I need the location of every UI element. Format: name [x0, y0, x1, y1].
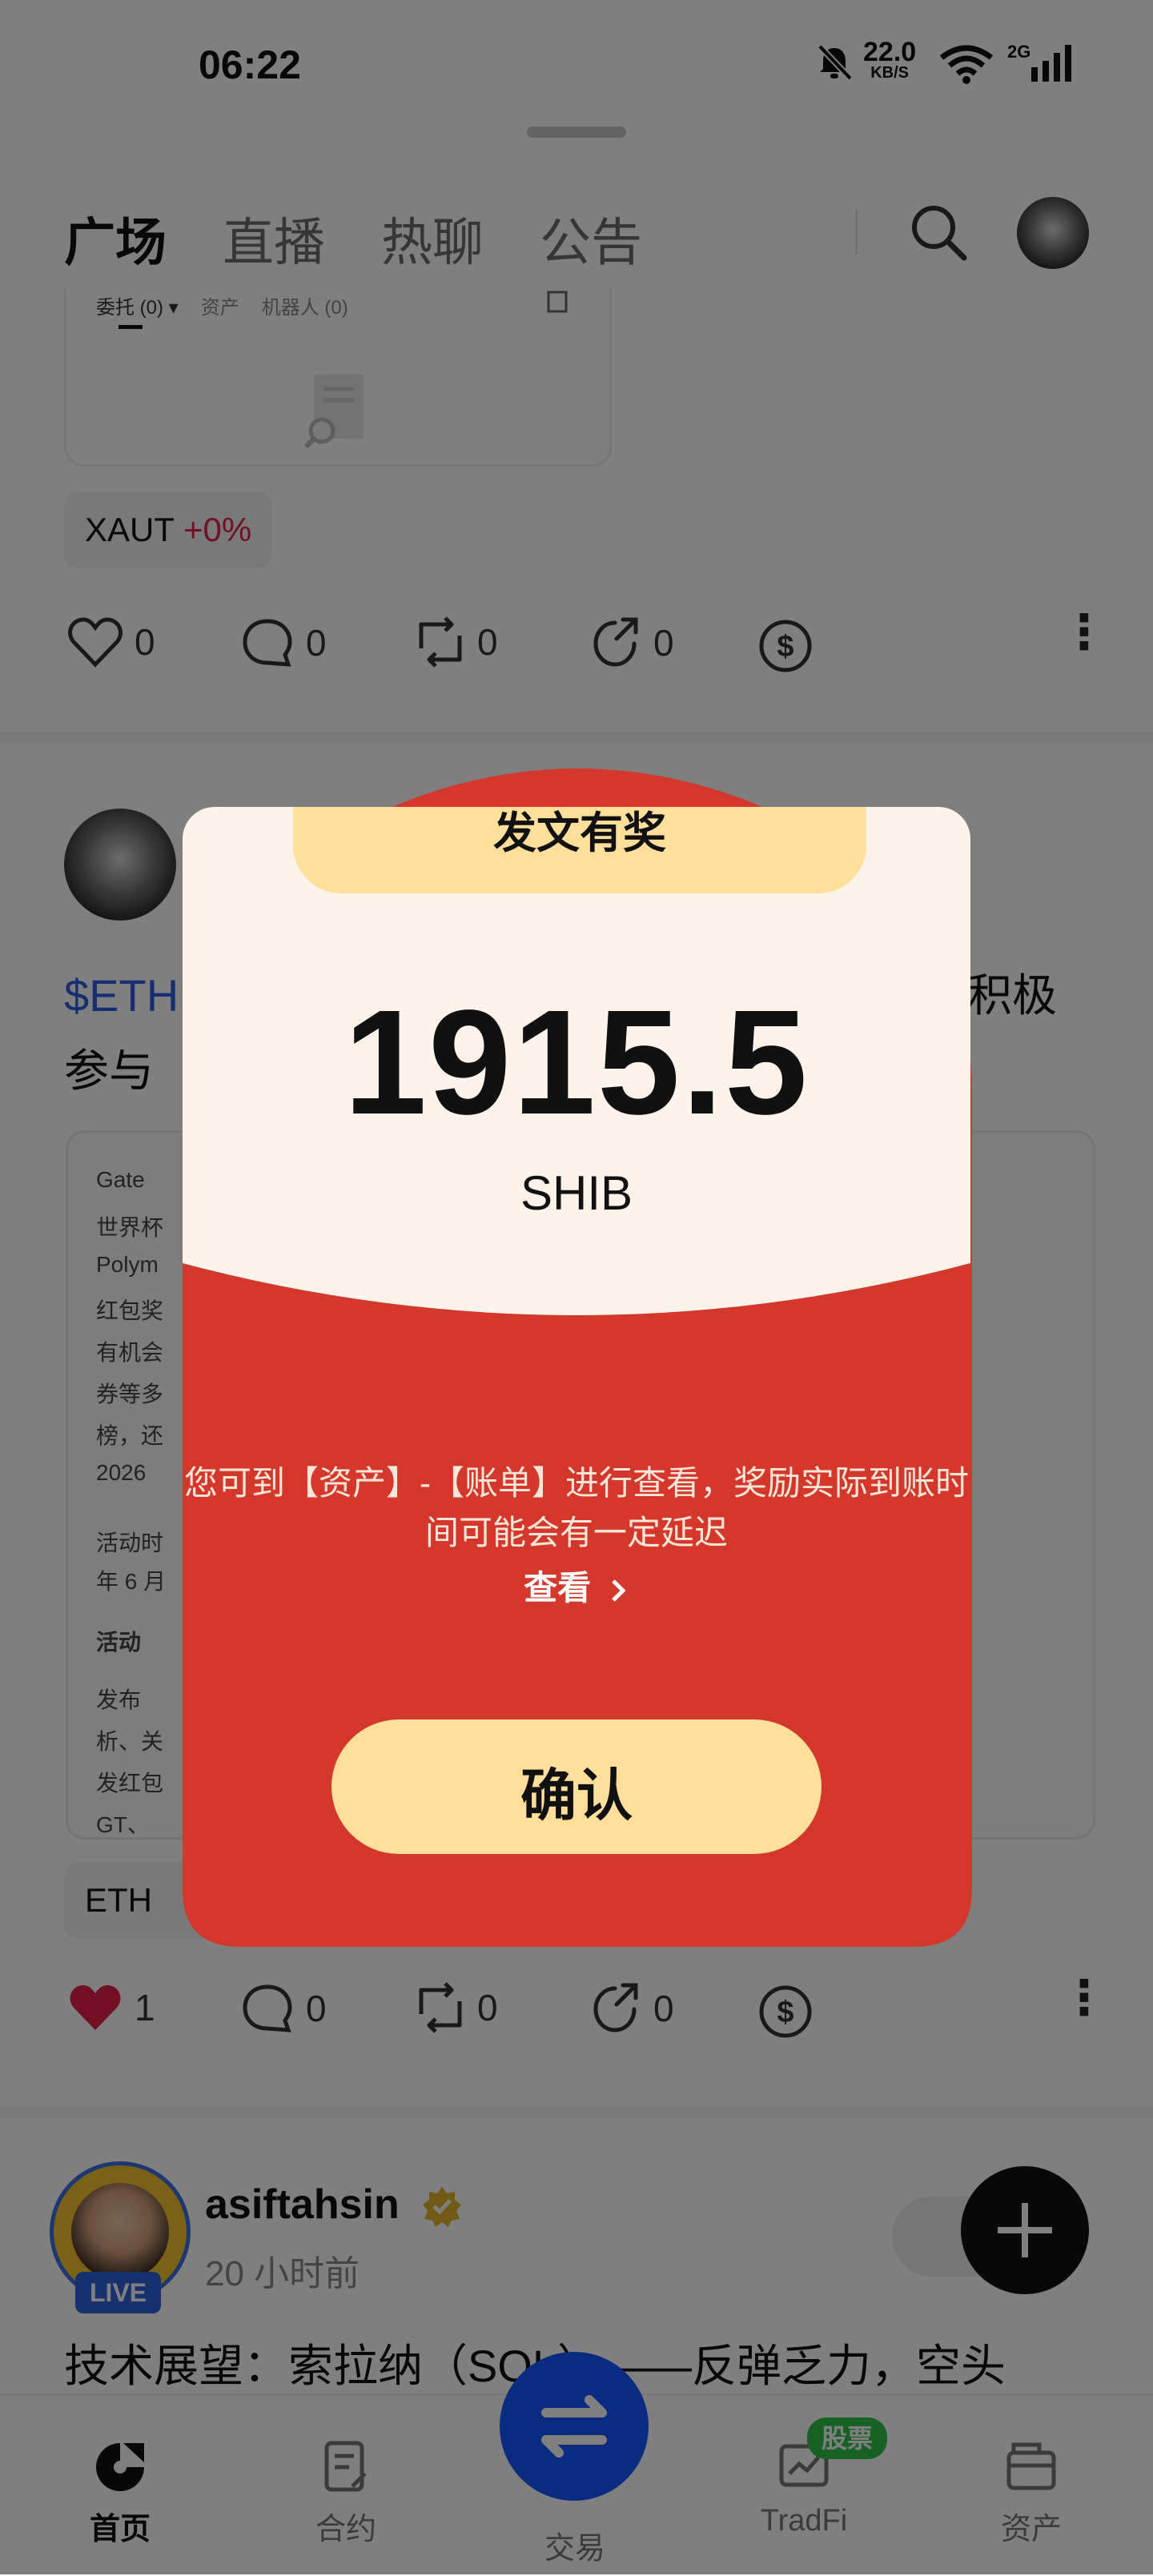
confirm-button[interactable]: 确认: [331, 1719, 822, 1854]
view-link[interactable]: 查看: [183, 1561, 970, 1610]
view-link-label: 查看: [524, 1569, 592, 1607]
reward-amount: 1915.5: [343, 980, 810, 1146]
envelope-flap: [183, 1263, 970, 1343]
chevron-right-icon: [612, 1579, 626, 1602]
reward-description: 您可到【资产】-【账单】进行查看，奖励实际到账时间可能会有一定延迟: [184, 1464, 969, 1551]
modal-title: 发文有奖: [493, 809, 666, 857]
reward-unit: SHIB: [520, 1166, 633, 1220]
